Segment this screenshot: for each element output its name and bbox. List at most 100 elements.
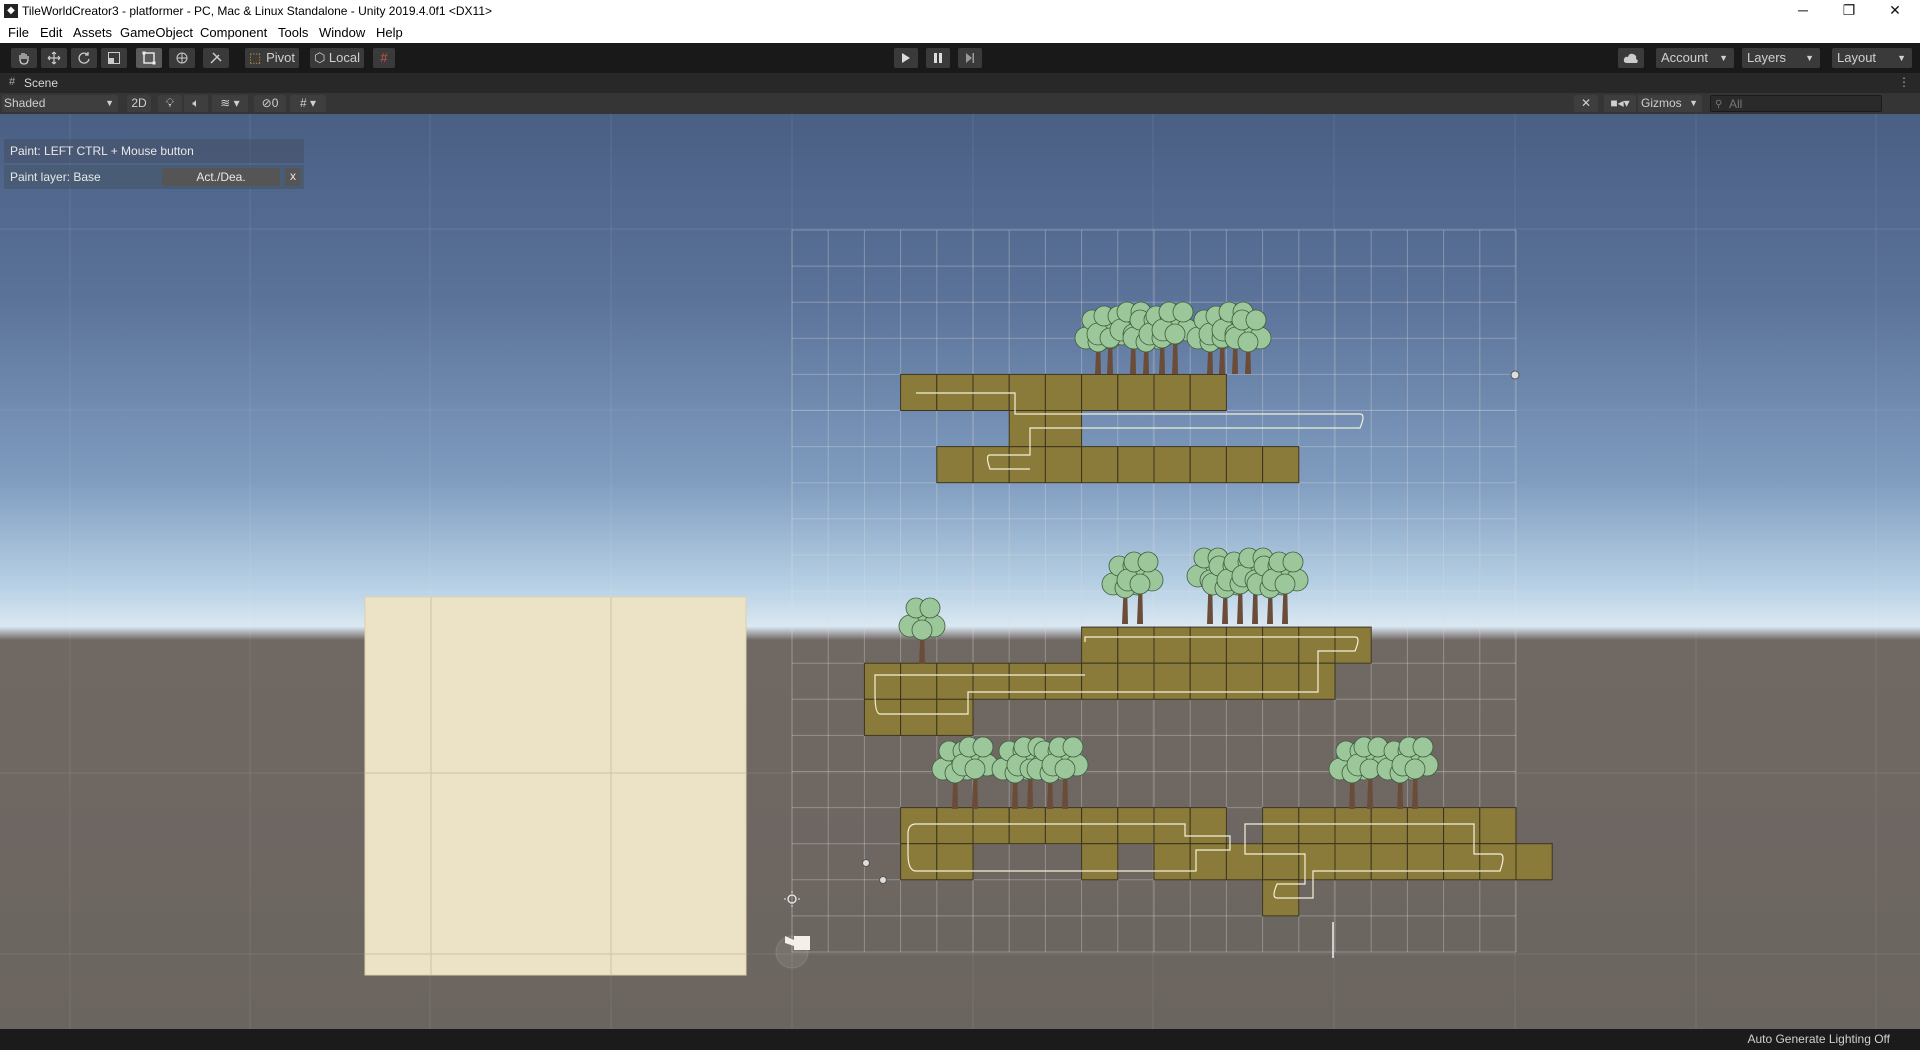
tab-menu-icon[interactable]: ⋮ — [1898, 75, 1910, 89]
gizmo-sphere[interactable] — [879, 876, 887, 884]
tile-cell[interactable] — [1189, 626, 1227, 664]
tile-cell[interactable] — [1081, 807, 1119, 845]
tile-cell[interactable] — [1189, 662, 1227, 700]
tile-cell[interactable] — [1153, 446, 1191, 484]
gizmo-sphere[interactable] — [862, 859, 870, 867]
tile-cell[interactable] — [1153, 373, 1191, 411]
tile-cell[interactable] — [1515, 843, 1553, 881]
tile-cell[interactable] — [972, 807, 1010, 845]
tile-cell[interactable] — [1117, 446, 1155, 484]
tile-cell[interactable] — [1044, 373, 1083, 411]
tile-cell[interactable] — [900, 662, 938, 700]
menu-tools[interactable]: Tools — [278, 25, 308, 40]
camera-gizmo-icon[interactable] — [775, 935, 810, 969]
tile-cell[interactable] — [900, 807, 938, 845]
tile-cell[interactable] — [1117, 662, 1155, 700]
tile-cell[interactable] — [1008, 662, 1046, 700]
tile-cell[interactable] — [1008, 807, 1046, 845]
tile-cell[interactable] — [1262, 662, 1300, 700]
tile-cell[interactable] — [1153, 662, 1191, 700]
tools-toggle[interactable]: ✕ — [1574, 95, 1598, 112]
custom-tool-button[interactable] — [203, 48, 229, 68]
tile-cell[interactable] — [1298, 626, 1336, 664]
layout-dropdown[interactable]: Layout ▼ — [1832, 48, 1912, 68]
tile-cell[interactable] — [1479, 843, 1517, 881]
tile-cell[interactable] — [972, 446, 1010, 484]
tile-cell[interactable] — [972, 662, 1010, 700]
step-button[interactable] — [958, 48, 982, 68]
tile-cell[interactable] — [1370, 843, 1408, 881]
shading-mode-dropdown[interactable]: Shaded ▼ — [2, 95, 118, 112]
tile-cell[interactable] — [1008, 446, 1046, 484]
lighting-toggle[interactable]: 💡︎ — [158, 95, 182, 112]
grid-snap-button[interactable]: # — [373, 48, 395, 68]
account-dropdown[interactable]: Account ▼ — [1656, 48, 1734, 68]
collab-cloud-button[interactable] — [1618, 48, 1644, 68]
tile-cell[interactable] — [936, 843, 974, 881]
local-toggle[interactable]: ⬡ Local — [310, 48, 364, 68]
tile-cell[interactable] — [1153, 626, 1191, 664]
tile-cell[interactable] — [1406, 843, 1445, 881]
layers-dropdown[interactable]: Layers ▼ — [1742, 48, 1820, 68]
minimize-button[interactable]: ─ — [1780, 0, 1826, 22]
camera-dropdown[interactable]: ■◂▾ — [1604, 95, 1636, 112]
tile-cell[interactable] — [1081, 446, 1119, 484]
tile-cell[interactable] — [1262, 843, 1300, 881]
tile-cell[interactable] — [1189, 807, 1227, 845]
tile-cell[interactable] — [1081, 626, 1119, 664]
menu-gameobject[interactable]: GameObject — [120, 25, 193, 40]
tile-cell[interactable] — [1044, 446, 1083, 484]
scene-search-input[interactable]: ⚲ All — [1710, 95, 1882, 112]
rotate-tool-button[interactable] — [71, 48, 97, 68]
tile-cell[interactable] — [936, 807, 974, 845]
tile-cell[interactable] — [1081, 662, 1119, 700]
toggle-active-button[interactable]: Act./Dea. — [162, 168, 280, 186]
menu-component[interactable]: Component — [200, 25, 267, 40]
mode-2d-toggle[interactable]: 2D — [127, 95, 151, 112]
tile-cell[interactable] — [1298, 843, 1336, 881]
tile-cell[interactable] — [1189, 446, 1227, 484]
effects-dropdown[interactable]: ≋ ▾ — [212, 95, 248, 112]
rect-tool-button[interactable] — [136, 48, 162, 68]
menu-window[interactable]: Window — [319, 25, 365, 40]
tile-cell[interactable] — [1334, 626, 1372, 664]
tile-cell[interactable] — [1298, 807, 1336, 845]
tile-cell[interactable] — [1406, 807, 1445, 845]
tile-cell[interactable] — [1479, 807, 1517, 845]
gizmos-dropdown[interactable]: Gizmos ▼ — [1638, 95, 1702, 112]
move-tool-button[interactable] — [41, 48, 67, 68]
tile-cell[interactable] — [1298, 662, 1336, 700]
menu-assets[interactable]: Assets — [73, 25, 112, 40]
tile-cell[interactable] — [1370, 807, 1408, 845]
tile-cell[interactable] — [863, 662, 902, 700]
tile-cell[interactable] — [900, 843, 938, 881]
hand-tool-button[interactable] — [11, 48, 37, 68]
audio-toggle[interactable]: 🔈︎ — [184, 95, 208, 112]
pause-button[interactable] — [926, 48, 950, 68]
tile-cell[interactable] — [1189, 373, 1227, 411]
tile-cell[interactable] — [1262, 807, 1300, 845]
tile-cell[interactable] — [1225, 662, 1264, 700]
tile-cell[interactable] — [1044, 662, 1083, 700]
menu-help[interactable]: Help — [376, 25, 403, 40]
menu-edit[interactable]: Edit — [40, 25, 62, 40]
tile-cell[interactable] — [1334, 843, 1372, 881]
menu-file[interactable]: File — [8, 25, 29, 40]
tree[interactable] — [951, 736, 999, 809]
tile-cell[interactable] — [900, 698, 938, 736]
tab-scene[interactable]: Scene — [24, 76, 58, 90]
selection-panel[interactable] — [364, 596, 747, 976]
close-paint-layer-button[interactable]: x — [285, 168, 301, 186]
tile-cell[interactable] — [1262, 446, 1300, 484]
grid-toggle-dropdown[interactable]: # ▾ — [290, 95, 326, 112]
play-button[interactable] — [894, 48, 918, 68]
tile-cell[interactable] — [1262, 626, 1300, 664]
gizmo-sphere[interactable] — [1510, 370, 1520, 380]
tile-cell[interactable] — [1225, 446, 1264, 484]
scene-viewport[interactable]: Paint: LEFT CTRL + Mouse button Paint la… — [0, 114, 1920, 1029]
tile-cell[interactable] — [1225, 626, 1264, 664]
hidden-objects-toggle[interactable]: ⊘0 — [254, 95, 286, 112]
tile-cell[interactable] — [1044, 807, 1083, 845]
tile-cell[interactable] — [863, 698, 902, 736]
tile-cell[interactable] — [1117, 807, 1155, 845]
